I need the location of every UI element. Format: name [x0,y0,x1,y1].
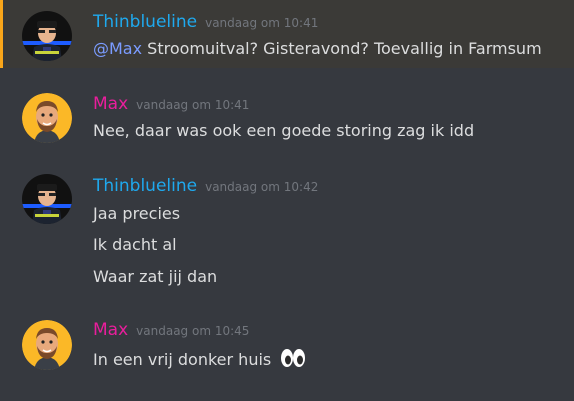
author-name[interactable]: Max [93,94,128,114]
message-header: Max vandaag om 10:45 [93,320,249,340]
eyes-icon [280,348,306,372]
author-name[interactable]: Thinblueline [93,176,197,196]
police-officer-avatar-icon [22,11,72,61]
message-content: Nee, daar was ook een goede storing zag … [93,121,475,140]
message-text: In een vrij donker huis [93,348,306,372]
timestamp: vandaag om 10:45 [136,324,250,338]
message-header: Thinblueline vandaag om 10:42 [93,176,318,196]
message-header: Max vandaag om 10:41 [93,94,249,114]
message-group: Thinblueline vandaag om 10:41 @Max Stroom… [0,0,574,68]
police-officer-avatar-icon [22,174,72,224]
message-header: Thinblueline vandaag om 10:41 [93,12,318,32]
timestamp: vandaag om 10:42 [205,180,319,194]
message-group: Thinblueline vandaag om 10:42 Jaa precies… [0,168,574,298]
message-text: @Max Stroomuitval? Gisteravond? Toevalli… [93,39,542,58]
message-group: Max vandaag om 10:45 In een vrij donker h… [0,312,574,382]
timestamp: vandaag om 10:41 [136,98,250,112]
author-name[interactable]: Max [93,320,128,340]
message-content: Waar zat jij dan [93,267,218,286]
chat-log: Thinblueline vandaag om 10:41 @Max Stroom… [0,0,574,401]
bearded-man-avatar-icon [22,93,72,143]
bearded-man-avatar-icon [22,320,72,370]
user-mention[interactable]: @Max [93,39,142,58]
message-content: Stroomuitval? Gisteravond? Toevallig in … [147,39,542,58]
avatar-max[interactable] [22,320,72,370]
avatar-thinblueline[interactable] [22,11,72,61]
message-content: Ik dacht al [93,235,177,254]
avatar-max[interactable] [22,93,72,143]
avatar-thinblueline[interactable] [22,174,72,224]
timestamp: vandaag om 10:41 [205,16,319,30]
message-content: In een vrij donker huis [93,350,272,369]
message-content: Jaa precies [93,204,181,223]
author-name[interactable]: Thinblueline [93,12,197,32]
mention-highlight-bar [0,0,3,68]
message-group: Max vandaag om 10:41 Nee, daar was ook ee… [0,84,574,152]
